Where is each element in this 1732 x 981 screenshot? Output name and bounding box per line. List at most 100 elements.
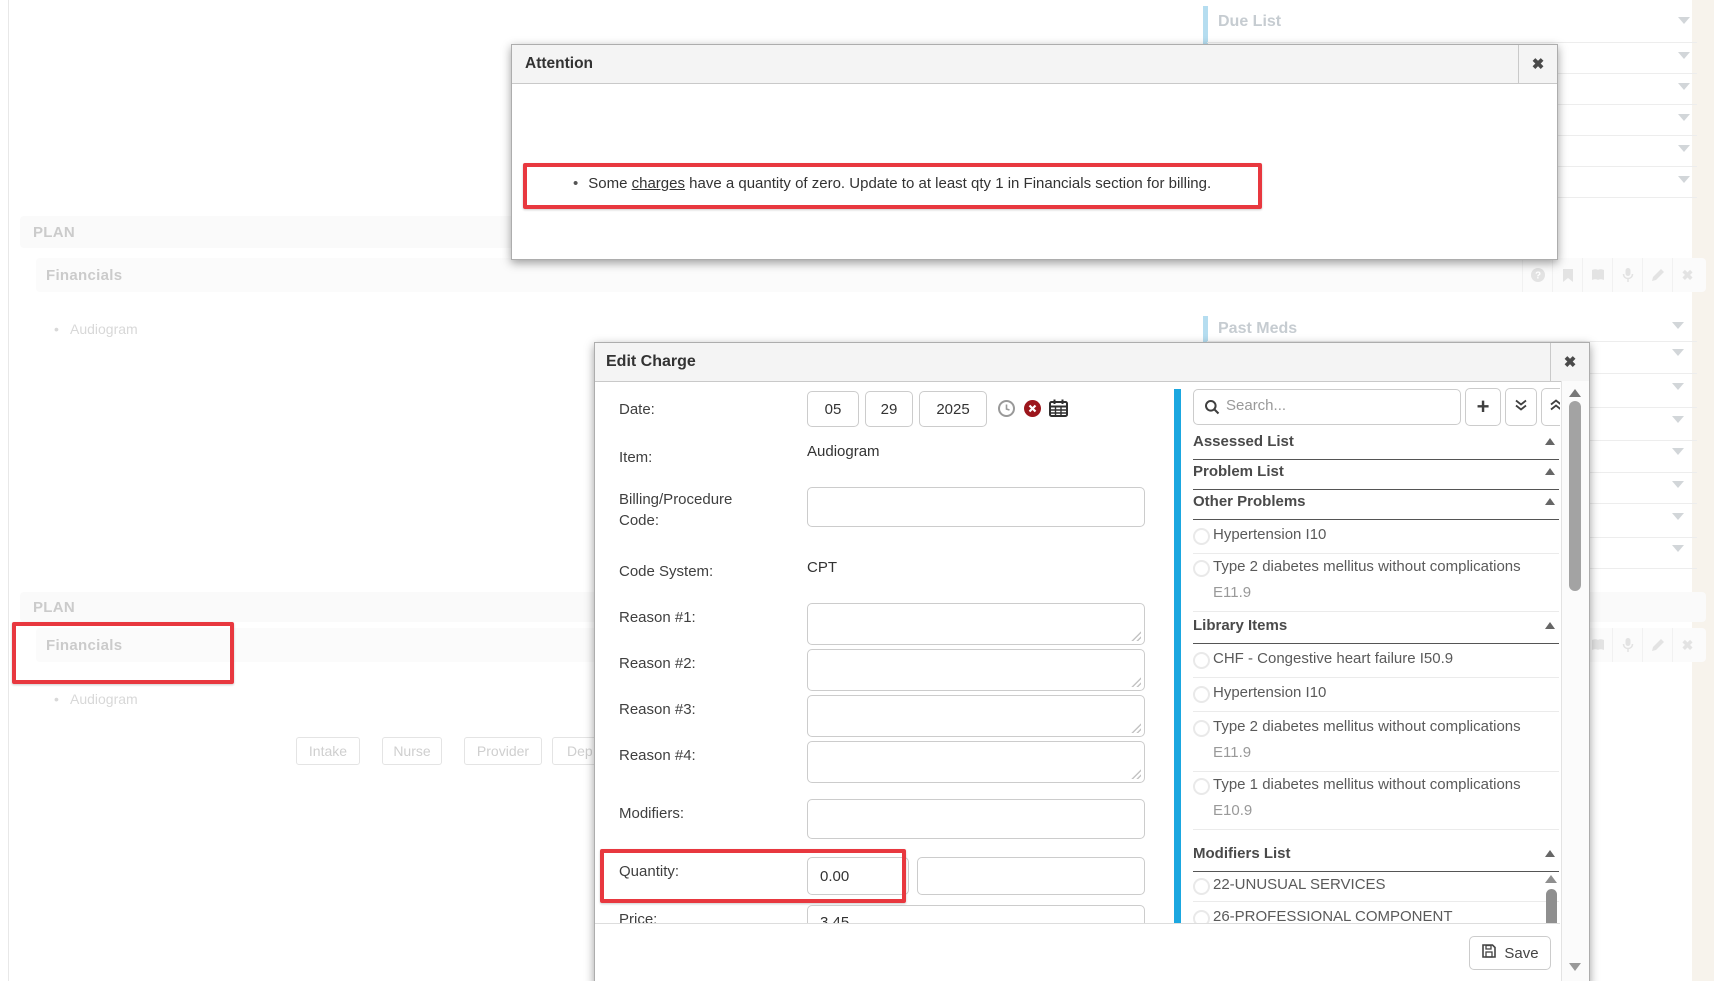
remove-x-icon[interactable]: ✖: [1672, 628, 1702, 662]
list-scroll-up-icon[interactable]: [1545, 875, 1557, 883]
radio-button[interactable]: [1193, 910, 1210, 923]
item-divider: [1193, 829, 1559, 830]
dropdown-arrow-icon[interactable]: [1672, 383, 1684, 390]
list-item[interactable]: 26-PROFESSIONAL COMPONENT: [1213, 908, 1453, 923]
library-items-header[interactable]: Library Items: [1193, 617, 1287, 634]
radio-button[interactable]: [1193, 528, 1210, 545]
collapse-caret-icon[interactable]: [1545, 468, 1555, 475]
nurse-button[interactable]: Nurse: [382, 737, 442, 765]
radio-button[interactable]: [1193, 560, 1210, 577]
remove-x-icon[interactable]: ✖: [1672, 258, 1702, 292]
modifiers-list-header[interactable]: Modifiers List: [1193, 845, 1291, 862]
radio-button[interactable]: [1193, 778, 1210, 795]
list-item[interactable]: CHF - Congestive heart failure I50.9: [1213, 650, 1453, 667]
date-year-input[interactable]: 2025: [919, 391, 987, 427]
expand-all-button[interactable]: [1505, 388, 1537, 426]
audiogram-item[interactable]: Audiogram: [70, 321, 138, 337]
plan-title: PLAN: [33, 224, 75, 241]
clear-date-icon[interactable]: [1023, 399, 1042, 423]
add-item-button[interactable]: +: [1465, 388, 1501, 426]
list-item[interactable]: 22-UNUSUAL SERVICES: [1213, 876, 1386, 893]
dialog-scrollbar[interactable]: [1561, 381, 1589, 981]
dropdown-arrow-icon[interactable]: [1672, 322, 1684, 329]
radio-button[interactable]: [1193, 652, 1210, 669]
list-item[interactable]: Hypertension I10: [1213, 684, 1326, 701]
edit-pencil-icon[interactable]: [1642, 258, 1672, 292]
edit-charge-body: Date: 05 29 2025 Item: Audiogram Billing…: [595, 381, 1560, 923]
dropdown-arrow-icon[interactable]: [1672, 545, 1684, 552]
edit-charge-dialog-header[interactable]: Edit Charge ✖: [595, 343, 1589, 382]
app-window: Due List Past Meds PLAN Financials ? ✖: [0, 0, 1732, 981]
annotation-highlight-financials: [12, 622, 234, 684]
item-divider: [1193, 677, 1559, 678]
dropdown-arrow-icon[interactable]: [1672, 513, 1684, 520]
dropdown-arrow-icon[interactable]: [1678, 83, 1690, 90]
reason4-textarea[interactable]: [807, 741, 1145, 783]
other-problems-header[interactable]: Other Problems: [1193, 493, 1306, 510]
list-scrollbar-thumb[interactable]: [1546, 889, 1557, 923]
radio-button[interactable]: [1193, 720, 1210, 737]
dropdown-arrow-icon[interactable]: [1678, 176, 1690, 183]
book-icon[interactable]: [1582, 258, 1612, 292]
item-divider: [1193, 901, 1559, 902]
collapse-caret-icon[interactable]: [1545, 498, 1555, 505]
attention-dialog: Attention ✖ •Some charges have a quantit…: [511, 44, 1558, 260]
dropdown-arrow-icon[interactable]: [1672, 349, 1684, 356]
audiogram-item[interactable]: Audiogram: [70, 691, 138, 707]
dropdown-arrow-icon[interactable]: [1672, 416, 1684, 423]
close-icon[interactable]: ✖: [1518, 45, 1557, 83]
list-item[interactable]: Hypertension I10: [1213, 526, 1326, 543]
scroll-up-icon[interactable]: [1569, 389, 1581, 397]
collapse-caret-icon[interactable]: [1545, 438, 1555, 445]
reason2-label: Reason #2:: [619, 653, 696, 674]
problem-list-header[interactable]: Problem List: [1193, 463, 1284, 480]
list-item[interactable]: Type 2 diabetes mellitus without complic…: [1213, 718, 1521, 735]
dropdown-arrow-icon[interactable]: [1672, 448, 1684, 455]
close-icon[interactable]: ✖: [1550, 343, 1589, 381]
date-day-value: 29: [881, 401, 898, 418]
search-input[interactable]: Search...: [1193, 389, 1461, 425]
collapse-caret-icon[interactable]: [1545, 850, 1555, 857]
calendar-icon[interactable]: [1049, 399, 1068, 422]
reason3-textarea[interactable]: [807, 695, 1145, 737]
date-month-value: 05: [825, 401, 842, 418]
date-day-input[interactable]: 29: [865, 391, 913, 427]
reason2-textarea[interactable]: [807, 649, 1145, 691]
collapse-all-button[interactable]: [1541, 388, 1560, 426]
dropdown-arrow-icon[interactable]: [1678, 145, 1690, 152]
collapse-caret-icon[interactable]: [1545, 622, 1555, 629]
reason1-label: Reason #1:: [619, 607, 696, 628]
microphone-icon[interactable]: [1612, 258, 1642, 292]
save-button[interactable]: Save: [1469, 936, 1551, 970]
help-icon[interactable]: ?: [1522, 258, 1552, 292]
financials-section-header: Financials ? ✖: [36, 258, 1706, 292]
quantity-secondary-input[interactable]: [917, 857, 1145, 895]
modifiers-input[interactable]: [807, 799, 1145, 839]
attention-dialog-header[interactable]: Attention ✖: [512, 45, 1557, 84]
microphone-icon[interactable]: [1612, 628, 1642, 662]
dropdown-arrow-icon[interactable]: [1678, 17, 1690, 24]
date-month-input[interactable]: 05: [807, 391, 859, 427]
date-year-value: 2025: [936, 401, 969, 418]
assessed-list-header[interactable]: Assessed List: [1193, 433, 1294, 450]
list-item[interactable]: Type 1 diabetes mellitus without complic…: [1213, 776, 1521, 793]
edit-pencil-icon[interactable]: [1642, 628, 1672, 662]
billing-code-input[interactable]: [807, 487, 1145, 527]
reason1-textarea[interactable]: [807, 603, 1145, 645]
scroll-down-icon[interactable]: [1569, 963, 1581, 971]
radio-button[interactable]: [1193, 878, 1210, 895]
bullet-icon: •: [54, 321, 59, 337]
price-input[interactable]: 3.45: [807, 905, 1145, 923]
list-item[interactable]: Type 2 diabetes mellitus without complic…: [1213, 558, 1521, 575]
radio-button[interactable]: [1193, 686, 1210, 703]
section-divider: [1193, 519, 1559, 520]
provider-button[interactable]: Provider: [464, 737, 542, 765]
dropdown-arrow-icon[interactable]: [1678, 52, 1690, 59]
svg-text:?: ?: [1534, 271, 1540, 282]
clock-icon[interactable]: [997, 399, 1016, 423]
dialog-scrollbar-thumb[interactable]: [1569, 401, 1581, 591]
dropdown-arrow-icon[interactable]: [1672, 481, 1684, 488]
bookmark-icon[interactable]: [1552, 258, 1582, 292]
dropdown-arrow-icon[interactable]: [1678, 114, 1690, 121]
intake-button[interactable]: Intake: [296, 737, 360, 765]
